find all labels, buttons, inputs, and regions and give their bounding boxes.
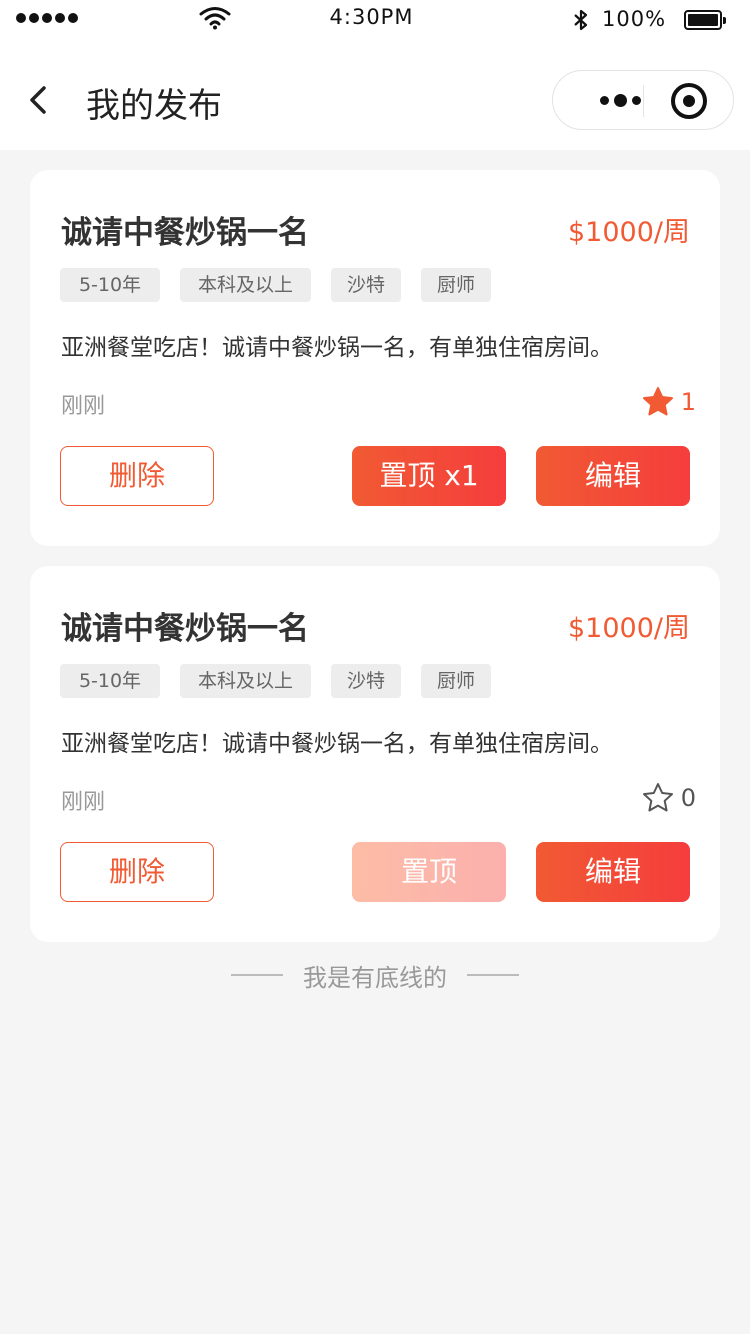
end-text: 我是有底线的 [303,963,447,992]
delete-button[interactable]: 删除 [60,842,214,902]
tag-experience: 5-10年 [60,268,160,302]
tag-position: 厨师 [421,268,491,302]
tag-position: 厨师 [421,664,491,698]
edit-button[interactable]: 编辑 [536,842,690,902]
post-description: 亚洲餐堂吃店！诚请中餐炒锅一名，有单独住宿房间。 [61,731,613,757]
pin-top-button[interactable]: 置顶 x1 [352,446,506,506]
post-card: 诚请中餐炒锅一名 $1000/周 5-10年 本科及以上 沙特 厨师 亚洲餐堂吃… [30,566,720,942]
bluetooth-icon [574,9,588,31]
target-icon[interactable] [671,83,707,119]
post-salary: $1000/周 [568,613,690,644]
star-filled-icon [642,387,673,416]
delete-button[interactable]: 删除 [60,446,214,506]
battery-icon [684,10,726,30]
header-area: 4:30PM 100% 我的发布 [0,0,750,150]
tag-experience: 5-10年 [60,664,160,698]
capsule-divider [643,85,644,117]
chevron-left-icon[interactable] [22,82,54,118]
favorite-toggle[interactable]: 0 [641,780,696,816]
tag-education: 本科及以上 [180,664,311,698]
favorite-count: 0 [680,784,696,812]
favorite-toggle[interactable]: 1 [641,384,696,420]
edit-button[interactable]: 编辑 [536,446,690,506]
nav-bar: 我的发布 [0,60,750,140]
star-outline-icon [642,783,673,812]
tag-location: 沙特 [331,268,401,302]
tag-education: 本科及以上 [180,268,311,302]
post-time: 刚刚 [61,394,106,419]
post-time: 刚刚 [61,790,106,815]
divider-line [467,974,519,976]
page-title: 我的发布 [86,86,222,126]
battery-percent: 100% [602,7,667,31]
more-dots-icon[interactable] [575,71,665,129]
favorite-count: 1 [680,388,696,416]
post-salary: $1000/周 [568,217,690,248]
divider-line [231,974,283,976]
post-description: 亚洲餐堂吃店！诚请中餐炒锅一名，有单独住宿房间。 [61,335,613,361]
post-card: 诚请中餐炒锅一名 $1000/周 5-10年 本科及以上 沙特 厨师 亚洲餐堂吃… [30,170,720,546]
status-bar: 4:30PM 100% [0,0,750,40]
post-title: 诚请中餐炒锅一名 [61,215,309,251]
list-end-indicator: 我是有底线的 [0,960,750,992]
tag-location: 沙特 [331,664,401,698]
post-title: 诚请中餐炒锅一名 [61,611,309,647]
mini-program-capsule [552,70,734,130]
pin-top-button[interactable]: 置顶 [352,842,506,902]
